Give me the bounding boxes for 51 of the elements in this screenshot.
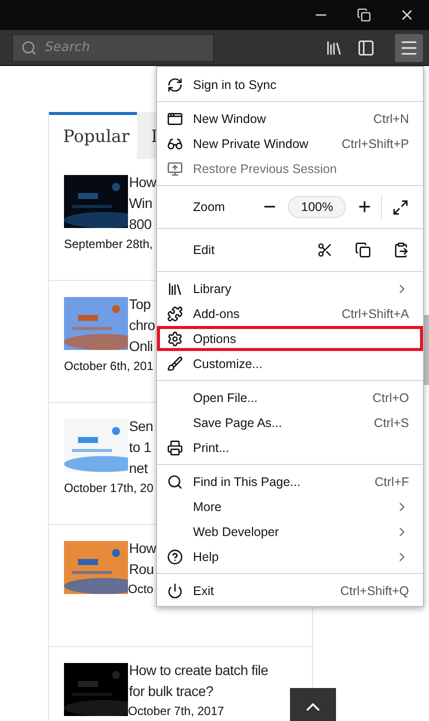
restore-window-icon[interactable]	[357, 8, 371, 22]
fullscreen-icon[interactable]	[392, 198, 409, 216]
menu-item[interactable]: Web Developer	[157, 519, 423, 544]
highlighted-menu-item[interactable]: Options	[157, 326, 423, 351]
puzzle-icon	[167, 306, 183, 322]
power-icon	[167, 582, 183, 598]
menu-item[interactable]: Add-ons Ctrl+Shift+A	[157, 301, 423, 326]
menu-button[interactable]	[395, 34, 423, 62]
menu-item[interactable]: Open File... Ctrl+O	[157, 385, 423, 410]
zoom-in-button[interactable]: +	[358, 197, 371, 217]
scrollbar-thumb[interactable]	[424, 315, 429, 385]
article-title[interactable]: Sen to 1 net	[128, 416, 154, 479]
zoom-reset-button[interactable]: 100%	[288, 196, 346, 218]
zoom-label: Zoom	[193, 200, 225, 214]
menu-item[interactable]: Customize...	[157, 351, 423, 376]
back-to-top-button[interactable]	[290, 688, 336, 721]
article-date: October 17th, 20	[64, 480, 154, 497]
cut-icon[interactable]	[317, 242, 333, 258]
settings-icon	[167, 330, 183, 346]
search-field[interactable]: Search	[12, 34, 214, 62]
help-icon	[167, 548, 183, 564]
copy-icon[interactable]	[355, 242, 371, 258]
article-title[interactable]: How to create batch file for bulk trace?	[128, 660, 268, 702]
sidebar-icon[interactable]	[357, 38, 375, 56]
menu-item[interactable]: Find in This Page... Ctrl+F	[157, 469, 423, 494]
search-icon	[167, 474, 183, 490]
article-title[interactable]: Top chro Onli	[128, 294, 156, 357]
article-date: September 28th,	[64, 236, 153, 253]
paste-icon[interactable]	[393, 242, 409, 258]
article-date: October 6th, 201	[64, 358, 154, 375]
library-icon	[167, 280, 183, 296]
menu-item[interactable]: Sign in to Sync	[157, 72, 423, 97]
article-title[interactable]: How Rou	[128, 538, 156, 580]
menu-item[interactable]: Save Page As... Ctrl+S	[157, 410, 423, 435]
menu-item[interactable]: Exit Ctrl+Shift+Q	[157, 578, 423, 603]
brush-icon	[167, 356, 183, 372]
printer-icon	[167, 440, 183, 456]
article-date: Octo	[128, 581, 154, 598]
window-icon	[167, 110, 183, 126]
search-icon	[21, 40, 37, 56]
search-input[interactable]: Search	[43, 39, 193, 56]
menu-item[interactable]: Print...	[157, 435, 423, 460]
sync-icon	[167, 76, 183, 92]
zoom-out-button[interactable]: −	[263, 197, 276, 217]
menu-item[interactable]: Library	[157, 276, 423, 301]
menu-item[interactable]: Help	[157, 544, 423, 569]
library-icon[interactable]	[325, 38, 343, 56]
edit-label: Edit	[193, 243, 215, 257]
article-title[interactable]: How Win 800	[128, 172, 156, 235]
article-date: October 7th, 2017	[128, 703, 224, 720]
menu-item[interactable]: More	[157, 494, 423, 519]
